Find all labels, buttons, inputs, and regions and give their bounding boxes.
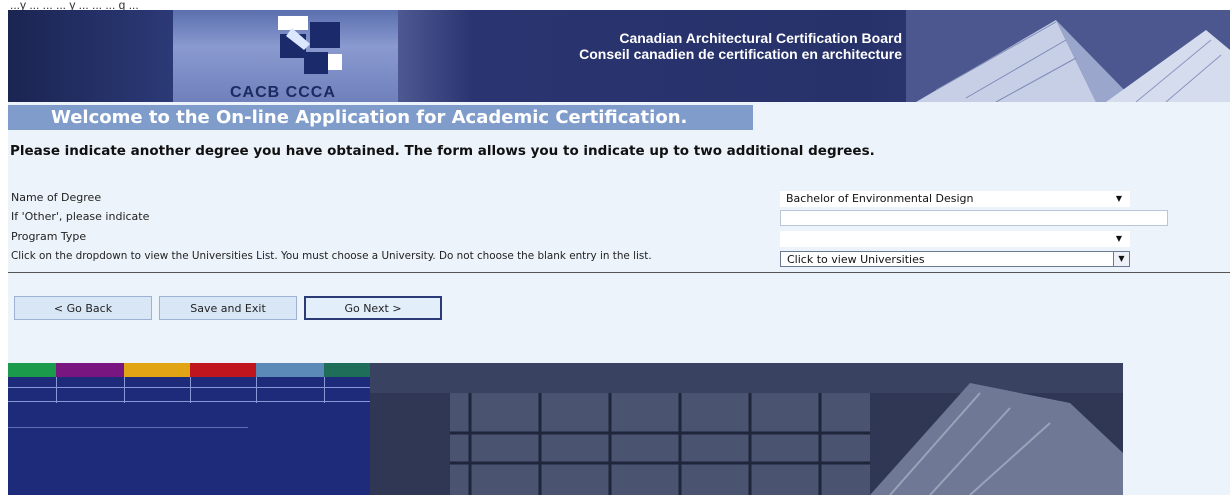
go-back-button[interactable]: < Go Back <box>14 296 152 320</box>
degree-label: Name of Degree <box>11 191 102 204</box>
page-frame: CACB CCCA Canadian Architectural Certifi… <box>8 10 1230 495</box>
grid-line <box>124 377 125 403</box>
dropdown-arrow-icon: ▼ <box>1115 234 1122 243</box>
footer-image <box>8 363 1123 495</box>
go-next-button[interactable]: Go Next > <box>304 296 442 320</box>
grid-line <box>8 387 370 388</box>
strip-purple <box>56 363 124 377</box>
strip-blue <box>256 363 324 377</box>
degree-value: Bachelor of Environmental Design <box>786 192 974 205</box>
footer-color-panel <box>8 363 370 495</box>
dropdown-arrow-icon: ▼ <box>1113 252 1129 266</box>
university-value: Click to view Universities <box>787 253 925 266</box>
strip-teal <box>324 363 370 377</box>
grid-line <box>8 401 370 402</box>
strip-green <box>8 363 56 377</box>
grid-line <box>56 377 57 403</box>
program-label: Program Type <box>11 230 87 243</box>
grid-line <box>8 427 248 428</box>
instruction-text: Please indicate another degree you have … <box>10 143 875 159</box>
browser-topline: ...y ... ... ... y ... ... ... g ... <box>10 0 139 10</box>
university-label: Click on the dropdown to view the Univer… <box>11 250 652 262</box>
logo-text: CACB CCCA <box>230 84 336 101</box>
other-degree-input[interactable] <box>780 210 1168 226</box>
welcome-banner: Welcome to the On-line Application for A… <box>8 105 753 130</box>
cacb-logo-icon <box>278 16 342 74</box>
footer-building-photo <box>370 363 1123 495</box>
other-label: If 'Other', please indicate <box>11 210 150 223</box>
grid-line <box>190 377 191 403</box>
form-divider <box>8 272 1230 273</box>
strip-red <box>190 363 256 377</box>
university-select[interactable]: Click to view Universities ▼ <box>780 251 1130 267</box>
degree-select[interactable]: Bachelor of Environmental Design ▼ <box>780 191 1130 207</box>
dropdown-arrow-icon: ▼ <box>1115 194 1122 203</box>
site-header: CACB CCCA Canadian Architectural Certifi… <box>8 10 1230 102</box>
strip-yellow <box>124 363 190 377</box>
board-name-en: Canadian Architectural Certification Boa… <box>619 30 902 46</box>
grid-line <box>256 377 257 403</box>
save-exit-button[interactable]: Save and Exit <box>159 296 297 320</box>
program-type-select[interactable]: ▼ <box>780 231 1130 247</box>
board-name-fr: Conseil canadien de certification en arc… <box>579 46 902 62</box>
header-building-image <box>906 10 1230 102</box>
board-name: Canadian Architectural Certification Boa… <box>579 30 902 62</box>
grid-line <box>324 377 325 403</box>
